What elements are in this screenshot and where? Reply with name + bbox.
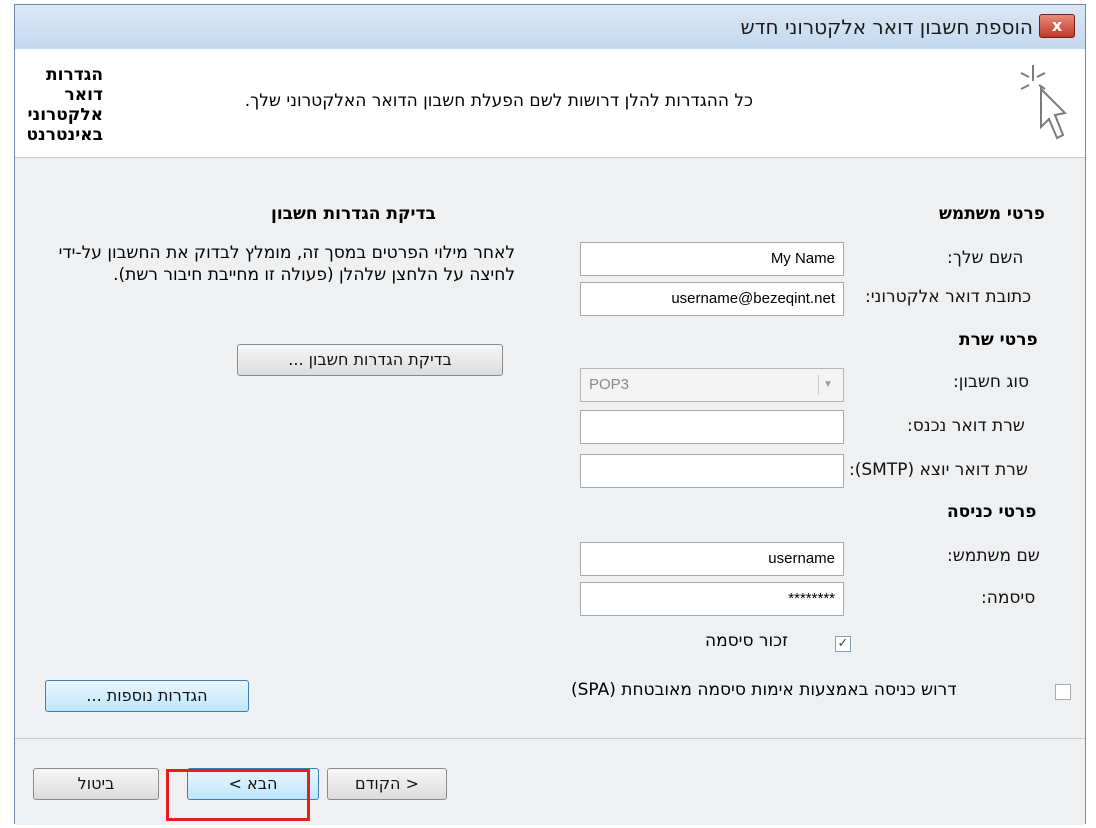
header-description: כל ההגדרות להלן דרושות לשם הפעלת חשבון ה… <box>244 91 753 111</box>
window-title: הוספת חשבון דואר אלקטרוני חדש <box>740 15 1033 39</box>
password-field[interactable]: ******** <box>580 582 844 616</box>
close-icon[interactable]: x <box>1039 14 1075 38</box>
settings-panel: בדיקת הגדרות חשבון לאחר מילוי הפרטים במס… <box>15 158 1085 738</box>
name-label: השם שלך: <box>947 248 1024 268</box>
test-account-settings-button[interactable]: בדיקת הגדרות חשבון ... <box>237 344 503 376</box>
cursor-click-icon <box>1020 65 1068 140</box>
server-info-heading: פרטי שרת <box>959 330 1038 350</box>
remember-password-label: זכור סיסמה <box>705 631 789 651</box>
spa-checkbox[interactable] <box>1055 684 1071 700</box>
outgoing-server-field[interactable] <box>580 454 844 488</box>
login-info-heading: פרטי כניסה <box>947 502 1037 522</box>
header-title: הגדרות דואר אלקטרוני באינטרנט <box>26 65 103 145</box>
cancel-button[interactable]: ביטול <box>33 768 159 800</box>
incoming-server-label: שרת דואר נכנס: <box>907 416 1025 436</box>
name-field[interactable]: My Name <box>580 242 844 276</box>
email-label: כתובת דואר אלקטרוני: <box>865 287 1032 307</box>
chevron-down-icon: ▼ <box>818 375 837 395</box>
next-button-highlight <box>166 769 310 821</box>
back-button[interactable]: < הקודם <box>327 768 447 800</box>
username-label: שם משתמש: <box>947 546 1040 566</box>
remember-password-checkbox[interactable]: ✓ <box>835 636 851 652</box>
page-header: הגדרות דואר אלקטרוני באינטרנט כל ההגדרות… <box>15 49 1085 158</box>
email-field[interactable]: username@bezeqint.net <box>580 282 844 316</box>
account-type-select: POP3 ▼ <box>580 368 844 402</box>
password-label: סיסמה: <box>981 588 1036 608</box>
account-type-label: סוג חשבון: <box>953 372 1030 392</box>
more-settings-button[interactable]: הגדרות נוספות ... <box>45 680 249 712</box>
username-field[interactable]: username <box>580 542 844 576</box>
add-account-dialog: הוספת חשבון דואר אלקטרוני חדש x הגדרות ד… <box>14 4 1086 825</box>
spa-label: דרוש כניסה באמצעות אימות סיסמה מאובטחת (… <box>571 680 957 700</box>
outgoing-server-label: שרת דואר יוצא (SMTP): <box>849 460 1028 480</box>
test-settings-heading: בדיקת הגדרות חשבון <box>271 204 436 224</box>
incoming-server-field[interactable] <box>580 410 844 444</box>
account-type-value: POP3 <box>589 376 630 393</box>
test-settings-description: לאחר מילוי הפרטים במסך זה, מומלץ לבדוק א… <box>58 243 515 285</box>
user-info-heading: פרטי משתמש <box>939 204 1045 224</box>
title-bar: הוספת חשבון דואר אלקטרוני חדש x <box>15 5 1085 50</box>
